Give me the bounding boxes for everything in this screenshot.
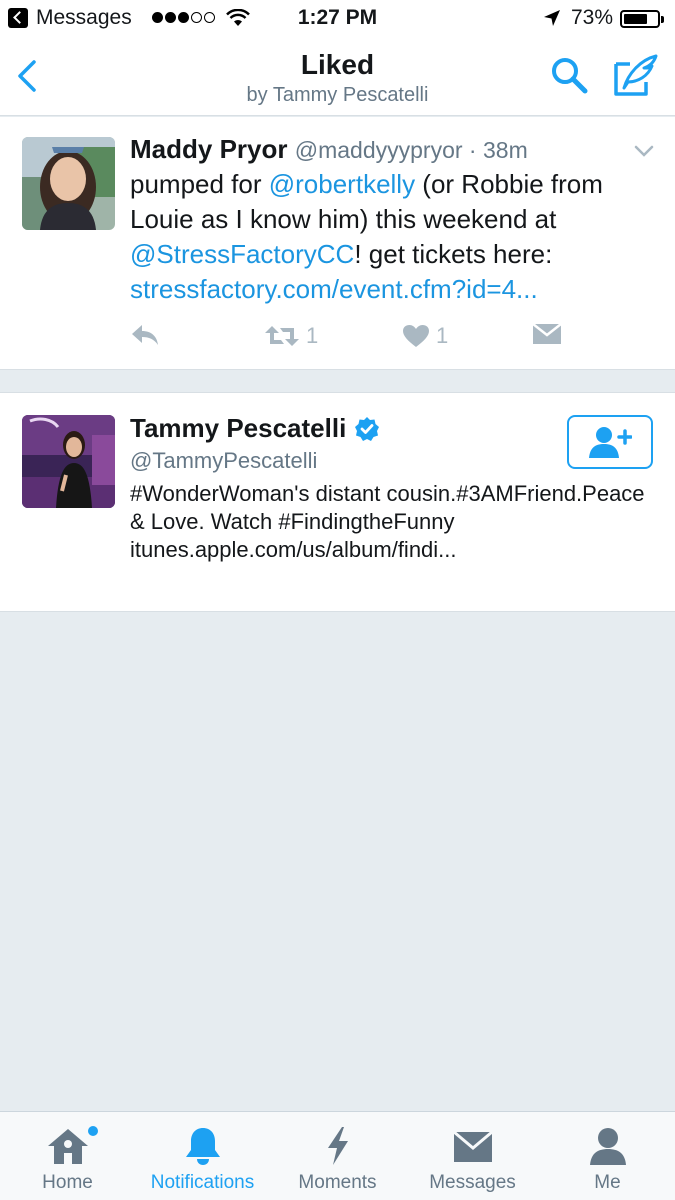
envelope-icon [452, 1130, 493, 1162]
tab-bar: Home Notifications Moments Messages Me [0, 1111, 675, 1200]
tab-home[interactable]: Home [0, 1112, 135, 1200]
avatar[interactable] [22, 415, 115, 508]
tab-label: Messages [429, 1172, 516, 1193]
battery-fill [624, 14, 647, 24]
tab-label: Notifications [150, 1172, 255, 1193]
user-handle: @TammyPescatelli [130, 448, 318, 473]
like-button[interactable]: 1 [402, 323, 448, 349]
compose-icon[interactable] [612, 52, 660, 98]
direct-message-button[interactable] [532, 323, 562, 345]
retweet-count: 1 [306, 323, 319, 348]
tab-icon-wrap [270, 1126, 405, 1166]
tweet-author-handle[interactable]: @maddyyypryor [295, 137, 463, 163]
tweet-header: Maddy Pryor @maddyyypryor · 38m [130, 134, 528, 165]
separator-dot: · [462, 137, 483, 163]
reply-icon [132, 325, 158, 345]
avatar-photo [22, 415, 115, 508]
add-user-icon [589, 427, 632, 458]
bell-icon [185, 1128, 220, 1165]
verified-badge-icon [355, 416, 380, 441]
tab-messages[interactable]: Messages [405, 1112, 540, 1200]
tab-label: Moments [298, 1172, 377, 1193]
tweet-text: pumped for @robertkelly (or Robbie from … [130, 167, 660, 307]
chevron-down-icon[interactable] [634, 145, 654, 157]
avatar-photo [22, 137, 115, 230]
search-icon[interactable] [548, 54, 590, 96]
tweet-timestamp: 38m [482, 137, 528, 163]
retweet-button[interactable]: 1 [264, 323, 318, 349]
mention-link[interactable]: @StressFactoryCC [130, 239, 354, 269]
tab-label: Me [594, 1172, 621, 1193]
tab-icon-wrap [540, 1126, 675, 1166]
follow-button[interactable] [567, 415, 653, 469]
tweet-author-name[interactable]: Maddy Pryor [130, 134, 288, 164]
tab-moments[interactable]: Moments [270, 1112, 405, 1200]
battery-icon [620, 10, 664, 28]
tab-label: Home [42, 1172, 93, 1193]
tweet-text-part: ! get tickets here: [354, 239, 553, 269]
location-arrow-icon [544, 10, 560, 26]
like-count: 1 [436, 323, 449, 348]
status-bar: Messages 1:27 PM 73% [0, 0, 675, 40]
home-icon [47, 1129, 88, 1164]
lightning-icon [327, 1127, 348, 1165]
tab-notifications[interactable]: Notifications [135, 1112, 270, 1200]
url-link[interactable]: stressfactory.com/event.cfm?id=4... [130, 274, 538, 304]
user-card[interactable]: Tammy Pescatelli @TammyPescatelli #Wonde… [0, 392, 675, 612]
user-bio: #WonderWoman's distant cousin.#3AMFriend… [130, 481, 645, 562]
tweet-actions: 1 1 [130, 323, 630, 353]
retweet-icon [265, 326, 299, 346]
avatar[interactable] [22, 137, 115, 230]
tab-me[interactable]: Me [540, 1112, 675, 1200]
tweet-card[interactable]: Maddy Pryor @maddyyypryor · 38m pumped f… [0, 117, 675, 370]
tweet-text-part: pumped for [130, 169, 269, 199]
reply-button[interactable] [130, 323, 160, 347]
tab-icon-wrap [135, 1126, 270, 1166]
tab-icon-wrap [0, 1126, 135, 1166]
user-display-name[interactable]: Tammy Pescatelli [130, 413, 346, 444]
nav-bar: Liked by Tammy Pescatelli [0, 40, 675, 116]
tab-icon-wrap [405, 1126, 540, 1166]
envelope-icon [532, 323, 562, 344]
person-icon [589, 1128, 626, 1165]
battery-percentage: 73% [571, 6, 614, 29]
user-name-row: Tammy Pescatelli [130, 413, 380, 444]
heart-icon [403, 325, 429, 347]
mention-link[interactable]: @robertkelly [269, 169, 415, 199]
unread-dot [88, 1126, 98, 1136]
